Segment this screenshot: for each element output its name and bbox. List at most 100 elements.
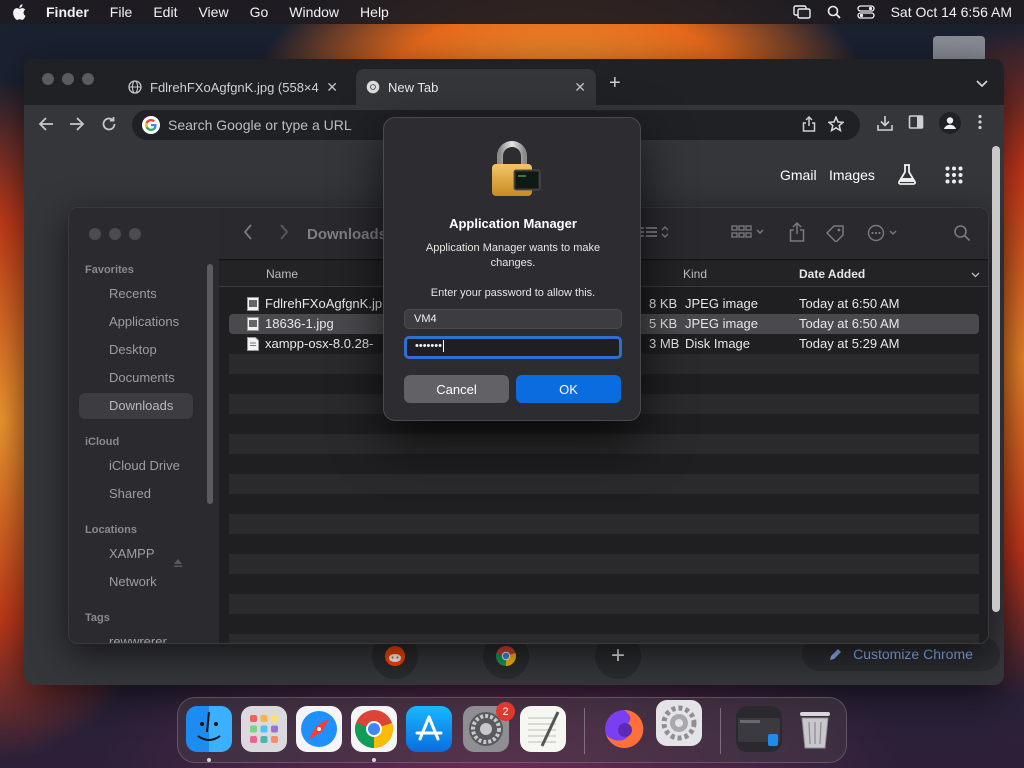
forward-chevron-icon[interactable]: [279, 224, 289, 245]
action-menu-icon[interactable]: [867, 224, 901, 247]
dock-safari[interactable]: [296, 706, 342, 752]
dock-app-store[interactable]: [406, 706, 452, 752]
window-controls: [42, 73, 94, 85]
column-kind[interactable]: Kind: [683, 267, 707, 281]
sidebar-item-recents[interactable]: Recents: [109, 286, 157, 301]
window-controls: [89, 228, 141, 240]
sidebar-item-network[interactable]: Network: [109, 574, 157, 589]
labs-flask-icon[interactable]: [896, 163, 918, 190]
sidebar-item-applications[interactable]: Applications: [109, 314, 179, 329]
menu-view[interactable]: View: [198, 4, 228, 20]
password-field[interactable]: •••••••: [404, 336, 622, 359]
forward-arrow-icon[interactable]: [66, 113, 88, 135]
tab-new-tab[interactable]: New Tab ✕: [356, 69, 596, 105]
file-name: 18636-1.jpg: [265, 316, 334, 331]
dock: 2: [177, 697, 847, 763]
side-panel-icon[interactable]: [908, 114, 924, 135]
cancel-button[interactable]: Cancel: [404, 375, 509, 403]
close-tab-icon[interactable]: ✕: [326, 79, 338, 96]
chevron-down-icon[interactable]: [971, 267, 980, 281]
empty-row: [229, 554, 979, 574]
sidebar-scrollbar[interactable]: [207, 264, 213, 504]
tab-strip: FdlrehFXoAgfgnK.jpg (558×4 ✕ New Tab ✕ +: [24, 59, 1004, 105]
dock-launchpad[interactable]: [241, 706, 287, 752]
zoom-window-button[interactable]: [82, 73, 94, 85]
list-view-icon[interactable]: [641, 224, 671, 245]
apple-icon[interactable]: [12, 4, 28, 20]
firefox-icon: [605, 709, 644, 748]
reddit-icon: [385, 646, 405, 666]
share-icon[interactable]: [789, 221, 805, 247]
back-arrow-icon[interactable]: [35, 113, 57, 135]
dialog-title: Application Manager: [449, 216, 577, 231]
gmail-link[interactable]: Gmail: [780, 167, 817, 183]
group-by-icon[interactable]: [731, 224, 767, 245]
sidebar-item-downloads[interactable]: Downloads: [109, 398, 173, 413]
kebab-menu-icon[interactable]: [978, 114, 982, 135]
close-window-button[interactable]: [42, 73, 54, 85]
close-window-button[interactable]: [89, 228, 101, 240]
customize-chrome-label: Customize Chrome: [853, 646, 973, 662]
menu-window[interactable]: Window: [289, 4, 339, 20]
chevron-down-icon[interactable]: [976, 75, 988, 93]
minimize-window-button[interactable]: [109, 228, 121, 240]
dock-minimized-window[interactable]: [736, 706, 782, 752]
tab-label: FdlrehFXoAgfgnK.jpg (558×4: [150, 79, 319, 95]
sidebar-item-documents[interactable]: Documents: [109, 370, 175, 385]
file-kind: JPEG image: [685, 296, 758, 311]
notification-badge: 2: [496, 702, 515, 721]
dock-textedit[interactable]: [520, 706, 566, 752]
spotlight-search-icon[interactable]: [827, 5, 841, 19]
menu-go[interactable]: Go: [250, 4, 269, 20]
minimize-window-button[interactable]: [62, 73, 74, 85]
back-chevron-icon[interactable]: [243, 224, 253, 245]
dialog-message: Application Manager wants to make change…: [425, 242, 601, 269]
reload-icon[interactable]: [98, 113, 120, 135]
sidebar-item-shared[interactable]: Shared: [109, 486, 151, 501]
control-center-icon[interactable]: [856, 5, 875, 19]
dock-trash[interactable]: [792, 706, 838, 752]
image-file-icon: [247, 317, 259, 331]
chrome-icon: [355, 710, 393, 748]
menu-edit[interactable]: Edit: [153, 4, 177, 20]
sidebar-item-desktop[interactable]: Desktop: [109, 342, 157, 357]
share-icon[interactable]: [802, 115, 816, 135]
close-tab-icon[interactable]: ✕: [574, 79, 586, 96]
column-date-added[interactable]: Date Added: [799, 267, 865, 281]
dock-finder[interactable]: [186, 706, 232, 752]
menu-help[interactable]: Help: [360, 4, 389, 20]
menu-app-name[interactable]: Finder: [46, 4, 89, 20]
images-link[interactable]: Images: [829, 167, 875, 183]
menu-clock[interactable]: Sat Oct 14 6:56 AM: [891, 4, 1012, 20]
ok-button[interactable]: OK: [516, 375, 621, 403]
file-kind: Disk Image: [685, 336, 751, 351]
trash-icon: [800, 712, 830, 749]
zoom-window-button[interactable]: [129, 228, 141, 240]
screen-mirroring-icon[interactable]: [792, 5, 811, 19]
menu-file[interactable]: File: [110, 4, 133, 20]
new-tab-button[interactable]: +: [609, 73, 621, 93]
page-scrollbar[interactable]: [992, 146, 1000, 612]
dock-separator: [720, 708, 721, 754]
sidebar-item-tag[interactable]: rewwrerer: [109, 634, 167, 643]
bookmark-star-icon[interactable]: [827, 115, 845, 135]
username-field[interactable]: VM4: [404, 309, 622, 329]
download-icon[interactable]: [876, 114, 894, 137]
file-size: 8 KB: [649, 296, 678, 311]
column-name[interactable]: Name: [266, 267, 298, 281]
tab-image[interactable]: FdlrehFXoAgfgnK.jpg (558×4 ✕: [118, 69, 348, 105]
dock-settings-utility[interactable]: [656, 700, 702, 746]
apps-grid-icon[interactable]: [945, 166, 963, 189]
gear-icon: [661, 705, 697, 741]
globe-icon: [128, 80, 142, 94]
dock-firefox[interactable]: [601, 706, 647, 752]
file-size: 3 MB: [649, 336, 680, 351]
eject-icon[interactable]: [173, 555, 183, 567]
file-date: Today at 5:29 AM: [799, 336, 900, 351]
search-icon[interactable]: [953, 224, 971, 247]
sidebar-item-xampp[interactable]: XAMPP: [109, 546, 155, 561]
tag-icon[interactable]: [825, 224, 845, 247]
dock-chrome[interactable]: [351, 706, 397, 752]
profile-avatar-icon[interactable]: [939, 112, 961, 139]
sidebar-item-icloud-drive[interactable]: iCloud Drive: [109, 458, 180, 473]
